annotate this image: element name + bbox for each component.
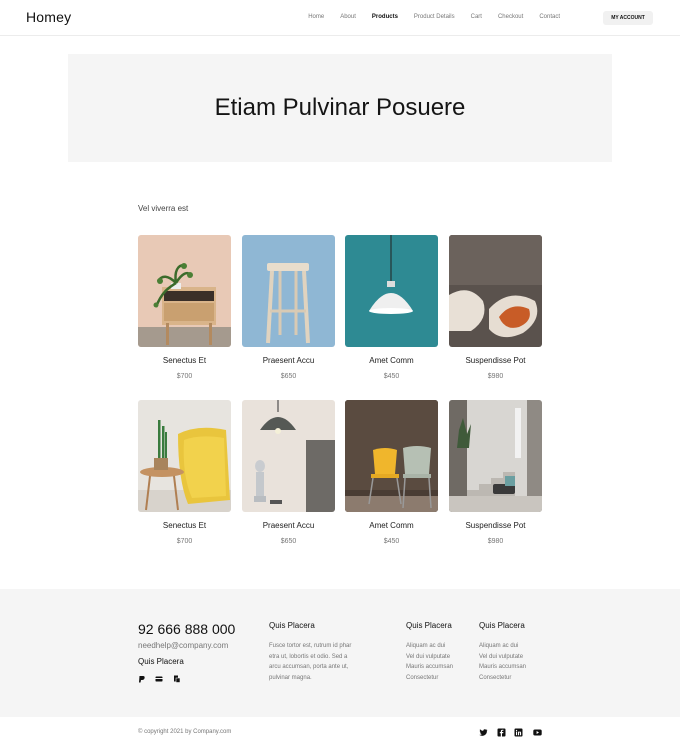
product-price: $700 xyxy=(176,538,193,545)
credit-card-icon[interactable] xyxy=(155,675,163,683)
site-footer: 92 666 888 000 needhelp@company.com Quis… xyxy=(0,589,680,717)
product-name[interactable]: Senectus Et xyxy=(138,356,231,365)
product-image[interactable] xyxy=(345,400,438,512)
product-card[interactable]: Senectus Et $700 xyxy=(138,400,231,545)
product-card[interactable]: Praesent Accu $650 xyxy=(242,235,335,380)
nav-product-details[interactable]: Product Details xyxy=(414,14,455,20)
section-subtitle: Vel viverra est xyxy=(138,204,189,213)
nav-cart[interactable]: Cart xyxy=(471,14,482,20)
product-image[interactable] xyxy=(345,235,438,347)
main-nav: Home About Products Product Details Cart… xyxy=(292,14,560,20)
nav-products[interactable]: Products xyxy=(372,14,398,20)
footer-col1-title: Quis Placera xyxy=(269,621,315,630)
footer-link[interactable]: Vel dui vulputate xyxy=(479,652,526,663)
product-price: $980 xyxy=(487,373,504,380)
nav-about[interactable]: About xyxy=(340,14,356,20)
product-name[interactable]: Amet Comm xyxy=(345,356,438,365)
facebook-icon[interactable] xyxy=(497,728,506,737)
product-card[interactable]: Amet Comm $450 xyxy=(345,235,438,380)
nav-checkout[interactable]: Checkout xyxy=(498,14,523,20)
product-price: $980 xyxy=(487,538,504,545)
product-price: $700 xyxy=(176,373,193,380)
paypal-icon[interactable] xyxy=(138,675,146,683)
product-name[interactable]: Amet Comm xyxy=(345,521,438,530)
footer-link[interactable]: Aliquam ac dui xyxy=(479,641,526,652)
nav-home[interactable]: Home xyxy=(308,14,324,20)
product-image[interactable] xyxy=(242,400,335,512)
footer-link[interactable]: Vel dui vulputate xyxy=(406,652,453,663)
product-image[interactable] xyxy=(138,400,231,512)
footer-link[interactable]: Aliquam ac dui xyxy=(406,641,453,652)
product-card[interactable]: Suspendisse Pot $980 xyxy=(449,400,542,545)
footer-phone[interactable]: 92 666 888 000 xyxy=(138,621,235,637)
product-price: $450 xyxy=(383,538,400,545)
product-price: $650 xyxy=(280,373,297,380)
product-image[interactable] xyxy=(449,235,542,347)
footer-link[interactable]: Consectetur xyxy=(406,673,453,684)
product-name[interactable]: Suspendisse Pot xyxy=(449,356,542,365)
youtube-icon[interactable] xyxy=(533,728,542,737)
product-image[interactable] xyxy=(138,235,231,347)
product-image[interactable] xyxy=(242,235,335,347)
product-card[interactable]: Senectus Et $700 xyxy=(138,235,231,380)
footer-col2-title: Quis Placera xyxy=(406,621,452,630)
footer-col1-text: Fusce tortor est, rutrum id phar etra ut… xyxy=(269,643,352,681)
product-card[interactable]: Praesent Accu $650 xyxy=(242,400,335,545)
product-card[interactable]: Amet Comm $450 xyxy=(345,400,438,545)
footer-email[interactable]: needhelp@company.com xyxy=(138,641,228,650)
footer-left-title: Quis Placera xyxy=(138,657,184,666)
site-header: Homey Home About Products Product Detail… xyxy=(0,0,680,36)
product-card[interactable]: Suspendisse Pot $980 xyxy=(449,235,542,380)
product-name[interactable]: Senectus Et xyxy=(138,521,231,530)
twitter-icon[interactable] xyxy=(479,728,488,737)
page-title: Etiam Pulvinar Posuere xyxy=(214,94,466,121)
footer-link[interactable]: Mauris accumsan xyxy=(406,662,453,673)
product-name[interactable]: Praesent Accu xyxy=(242,356,335,365)
footer-link[interactable]: Consectetur xyxy=(479,673,526,684)
hero-banner: Etiam Pulvinar Posuere xyxy=(68,54,612,162)
product-name[interactable]: Suspendisse Pot xyxy=(449,521,542,530)
bottom-bar: © copyright 2021 by Company.com xyxy=(0,717,680,749)
linkedin-icon[interactable] xyxy=(514,728,523,737)
footer-col3-title: Quis Placera xyxy=(479,621,525,630)
my-account-button[interactable]: MY ACCOUNT xyxy=(603,11,653,25)
product-price: $650 xyxy=(280,538,297,545)
footer-col3-list: Aliquam ac dui Vel dui vulputate Mauris … xyxy=(479,641,526,683)
product-name[interactable]: Praesent Accu xyxy=(242,521,335,530)
nav-contact[interactable]: Contact xyxy=(539,14,560,20)
footer-col2-list: Aliquam ac dui Vel dui vulputate Mauris … xyxy=(406,641,453,683)
copyright-text: © copyright 2021 by Company.com xyxy=(138,729,232,735)
footer-link[interactable]: Mauris accumsan xyxy=(479,662,526,673)
logo[interactable]: Homey xyxy=(26,9,71,25)
product-price: $450 xyxy=(383,373,400,380)
wallet-icon[interactable] xyxy=(173,675,181,683)
product-image[interactable] xyxy=(449,400,542,512)
